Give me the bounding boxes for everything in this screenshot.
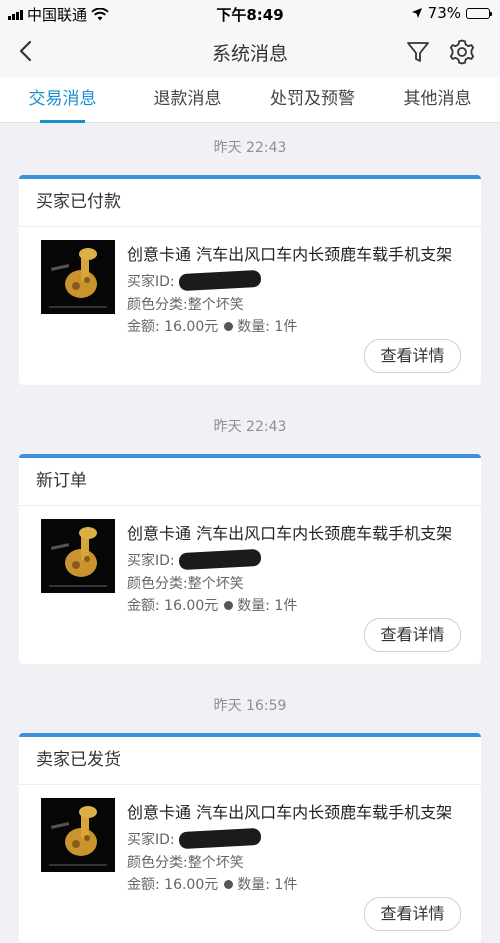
buyer-id-label: 买家ID: bbox=[127, 553, 175, 569]
filter-icon[interactable] bbox=[405, 39, 431, 65]
message-time: 昨天 16:59 bbox=[213, 698, 287, 714]
redacted-buyer-id bbox=[178, 548, 262, 571]
message-card[interactable]: 新订单 创意卡通 汽车出风口车内长颈鹿车载手机支架 买家ID: 颜色分类:整个坏… bbox=[19, 454, 481, 664]
color-category: 颜色分类:整个坏笑 bbox=[127, 297, 244, 313]
message-time: 昨天 22:43 bbox=[213, 140, 287, 156]
message-card[interactable]: 卖家已发货 创意卡通 汽车出风口车内长颈鹿车载手机支架 买家ID: 颜色分类:整… bbox=[19, 733, 481, 943]
buyer-id: 买家ID: bbox=[127, 827, 262, 850]
tab-penalty-warnings[interactable]: 处罚及预警 bbox=[250, 78, 375, 122]
product-thumbnail[interactable] bbox=[41, 519, 115, 593]
product-thumbnail[interactable] bbox=[41, 798, 115, 872]
product-name[interactable]: 创意卡通 汽车出风口车内长颈鹿车载手机支架 bbox=[127, 799, 467, 823]
redacted-buyer-id bbox=[178, 269, 262, 292]
product-thumbnail[interactable] bbox=[41, 240, 115, 314]
quantity: 数量: 1件 bbox=[237, 319, 298, 335]
location-arrow-icon bbox=[411, 8, 422, 18]
redacted-buyer-id bbox=[178, 827, 262, 850]
amount: 金额: 16.00元 bbox=[127, 319, 219, 335]
dot-separator bbox=[224, 322, 234, 331]
buyer-id-label: 买家ID: bbox=[127, 832, 175, 848]
giraffe-image bbox=[41, 240, 115, 314]
buyer-id: 买家ID: bbox=[127, 548, 262, 571]
quantity: 数量: 1件 bbox=[237, 877, 298, 893]
status-bar: 中国联通 下午8:49 73% bbox=[0, 0, 500, 26]
giraffe-image bbox=[41, 519, 115, 593]
message-title: 新订单 bbox=[19, 458, 481, 506]
battery-icon bbox=[466, 7, 492, 19]
tab-trade-messages[interactable]: 交易消息 bbox=[0, 78, 125, 123]
buyer-id: 买家ID: bbox=[127, 269, 262, 292]
battery-percentage: 73% bbox=[427, 4, 461, 22]
status-right: 73% bbox=[411, 4, 492, 22]
view-details-button[interactable]: 查看详情 bbox=[364, 618, 461, 652]
order-amount-quantity: 金额: 16.00元 数量: 1件 bbox=[127, 595, 297, 615]
message-title: 买家已付款 bbox=[19, 179, 481, 227]
buyer-id-label: 买家ID: bbox=[127, 274, 175, 290]
product-name[interactable]: 创意卡通 汽车出风口车内长颈鹿车载手机支架 bbox=[127, 241, 467, 265]
gear-icon[interactable] bbox=[448, 38, 476, 66]
color-category: 颜色分类:整个坏笑 bbox=[127, 576, 244, 592]
amount: 金额: 16.00元 bbox=[127, 877, 219, 893]
message-tabs: 交易消息 退款消息 处罚及预警 其他消息 bbox=[0, 78, 500, 123]
giraffe-image bbox=[41, 798, 115, 872]
tab-other-messages[interactable]: 其他消息 bbox=[375, 78, 500, 122]
message-title: 卖家已发货 bbox=[19, 737, 481, 785]
tab-refund-messages[interactable]: 退款消息 bbox=[125, 78, 250, 122]
product-name[interactable]: 创意卡通 汽车出风口车内长颈鹿车载手机支架 bbox=[127, 520, 467, 544]
message-time: 昨天 22:43 bbox=[213, 419, 287, 435]
quantity: 数量: 1件 bbox=[237, 598, 298, 614]
view-details-button[interactable]: 查看详情 bbox=[364, 897, 461, 931]
nav-bar: 系统消息 bbox=[0, 26, 500, 78]
dot-separator bbox=[224, 601, 234, 610]
color-category: 颜色分类:整个坏笑 bbox=[127, 855, 244, 871]
order-amount-quantity: 金额: 16.00元 数量: 1件 bbox=[127, 874, 297, 894]
view-details-button[interactable]: 查看详情 bbox=[364, 339, 461, 373]
message-card[interactable]: 买家已付款 创意卡通 汽车出风口车内长颈鹿车载手机支架 买家ID: 颜色分类:整… bbox=[19, 175, 481, 385]
amount: 金额: 16.00元 bbox=[127, 598, 219, 614]
order-amount-quantity: 金额: 16.00元 数量: 1件 bbox=[127, 316, 297, 336]
